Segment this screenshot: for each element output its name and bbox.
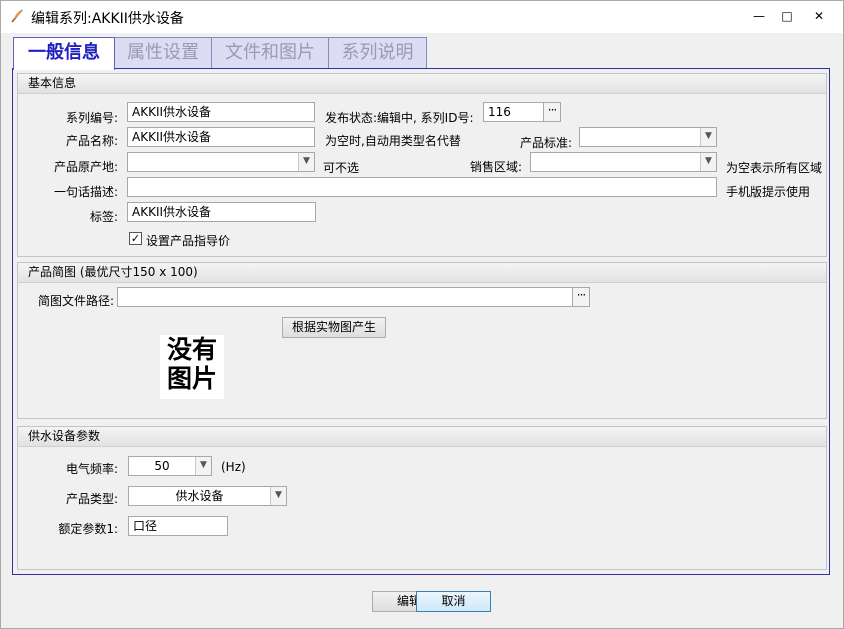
chevron-down-icon: ▼ (700, 128, 716, 146)
water-equipment-params-group: 供水设备参数 电气频率: 50 ▼ (Hz) 产品类型: 供水设备 ▼ 额定参数… (17, 426, 827, 570)
one-line-desc-label: 一句话描述: (53, 185, 118, 199)
basic-info-group: 基本信息 系列编号: AKKII供水设备 发布状态:编辑中, 系列ID号: 11… (17, 73, 827, 257)
general-info-panel: 基本信息 系列编号: AKKII供水设备 发布状态:编辑中, 系列ID号: 11… (12, 68, 830, 575)
series-id-browse-button[interactable]: ··· (543, 102, 561, 122)
cancel-button[interactable]: 取消 (416, 591, 491, 612)
thumbnail-group: 产品简图 (最优尺寸150 x 100) 简图文件路径: ··· 根据实物图产生… (17, 262, 827, 419)
frequency-label: 电气频率: (65, 462, 118, 476)
tag-label: 标签: (89, 210, 118, 224)
tag-field[interactable]: AKKII供水设备 (127, 202, 316, 222)
no-image-line-2: 图片 (166, 364, 217, 393)
guide-price-checkbox[interactable]: ✓ (129, 232, 142, 245)
edit-series-window: 编辑系列:AKKII供水设备 — □ ✕ 一般信息 属性设置 文件和图片 系列说… (0, 0, 844, 629)
tab-series-description[interactable]: 系列说明 (328, 37, 427, 69)
guide-price-label: 设置产品指导价 (146, 234, 231, 248)
tab-attribute-settings[interactable]: 属性设置 (114, 37, 212, 69)
product-standard-select[interactable]: ▼ (579, 127, 717, 147)
empty-name-hint: 为空时,自动用类型名代替 (325, 134, 461, 148)
title-bar: 编辑系列:AKKII供水设备 — □ ✕ (1, 1, 843, 33)
product-standard-label: 产品标准: (519, 136, 572, 150)
frequency-value: 50 (154, 459, 170, 473)
all-region-hint: 为空表示所有区域 (726, 161, 823, 175)
app-feather-icon (9, 8, 25, 24)
mobile-hint: 手机版提示使用 (726, 185, 811, 199)
thumbnail-header: 产品简图 (最优尺寸150 x 100) (18, 263, 826, 283)
no-image-line-1: 没有 (166, 335, 217, 364)
product-name-label: 产品名称: (65, 134, 118, 148)
basic-info-header: 基本信息 (18, 74, 826, 94)
sales-region-label: 销售区域: (469, 160, 522, 174)
tab-general-info[interactable]: 一般信息 (13, 37, 115, 70)
thumbnail-path-field[interactable] (117, 287, 574, 307)
sales-region-select[interactable]: ▼ (530, 152, 717, 172)
publish-status-text: 发布状态:编辑中, 系列ID号: (325, 111, 474, 125)
frequency-unit: (Hz) (221, 460, 246, 474)
minimize-button[interactable]: — (745, 1, 773, 31)
tab-files-images[interactable]: 文件和图片 (211, 37, 329, 69)
product-name-field[interactable]: AKKII供水设备 (127, 127, 315, 147)
one-line-desc-field[interactable] (127, 177, 717, 197)
maximize-button[interactable]: □ (773, 1, 801, 31)
origin-label: 产品原产地: (53, 160, 118, 174)
rated-param-field[interactable]: 口径 (128, 516, 228, 536)
chevron-down-icon: ▼ (270, 487, 286, 505)
thumbnail-browse-button[interactable]: ··· (572, 287, 590, 307)
close-button[interactable]: ✕ (805, 1, 833, 31)
product-type-value: 供水设备 (175, 489, 224, 503)
thumbnail-path-label: 简图文件路径: (37, 294, 114, 308)
no-image-placeholder: 没有 图片 (160, 335, 224, 399)
frequency-select[interactable]: 50 ▼ (128, 456, 212, 476)
generate-from-photo-button[interactable]: 根据实物图产生 (282, 317, 386, 338)
series-no-label: 系列编号: (65, 111, 118, 125)
params-header: 供水设备参数 (18, 427, 826, 447)
chevron-down-icon: ▼ (298, 153, 314, 171)
window-title: 编辑系列:AKKII供水设备 (31, 11, 184, 27)
product-type-select[interactable]: 供水设备 ▼ (128, 486, 287, 506)
product-type-label: 产品类型: (65, 492, 118, 506)
origin-select[interactable]: ▼ (127, 152, 315, 172)
rated-param-label: 额定参数1: (58, 522, 118, 536)
series-id-field[interactable]: 116 (483, 102, 545, 122)
optional-hint: 可不选 (323, 161, 360, 175)
chevron-down-icon: ▼ (700, 153, 716, 171)
chevron-down-icon: ▼ (195, 457, 211, 475)
series-no-field[interactable]: AKKII供水设备 (127, 102, 315, 122)
